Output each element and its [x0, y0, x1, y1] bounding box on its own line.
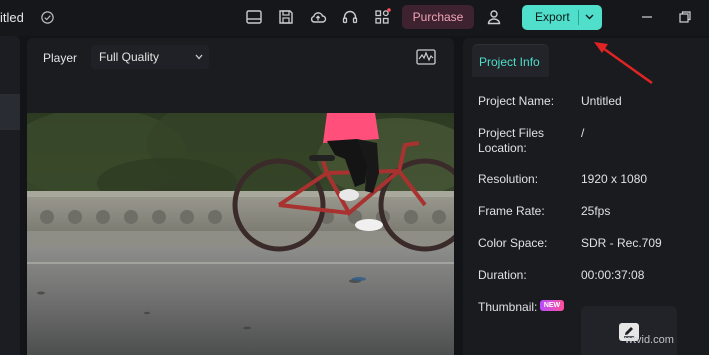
- tab-project-info[interactable]: Project Info: [472, 44, 549, 77]
- color-space-label: Color Space:: [478, 236, 548, 250]
- user-icon[interactable]: [485, 8, 503, 26]
- tab-project-info-label: Project Info: [479, 55, 540, 69]
- cloud-upload-icon[interactable]: [309, 8, 327, 26]
- title-bar: itled Purchase Export: [0, 0, 709, 36]
- duration-value: 00:00:37:08: [581, 268, 645, 282]
- window-title: itled: [0, 10, 24, 25]
- annotation-arrow-icon: [594, 42, 653, 85]
- player-label: Player: [43, 51, 78, 65]
- save-icon[interactable]: [277, 8, 295, 26]
- video-frame-image: [27, 113, 454, 355]
- quality-value: Full Quality: [99, 50, 160, 64]
- project-info-panel: Project Info Project Name: Untitled Proj…: [463, 38, 709, 355]
- restore-icon[interactable]: [678, 10, 692, 24]
- color-space-value: SDR - Rec.709: [581, 236, 662, 250]
- layout-icon[interactable]: [245, 8, 263, 26]
- chevron-down-icon: [195, 54, 203, 60]
- player-header: Player Full Quality: [27, 38, 454, 76]
- check-circle-icon[interactable]: [40, 10, 55, 25]
- project-files-location-label: Project Files Location:: [478, 126, 545, 155]
- duration-label: Duration:: [478, 268, 527, 282]
- export-button[interactable]: Export: [522, 5, 602, 30]
- video-preview[interactable]: [27, 113, 454, 355]
- left-panel-selected-item[interactable]: [0, 94, 20, 130]
- frame-rate-value: 25fps: [581, 204, 611, 218]
- new-badge: NEW: [540, 300, 564, 311]
- purchase-button[interactable]: Purchase: [402, 5, 474, 29]
- project-name-label: Project Name:: [478, 94, 555, 108]
- watermark: wtvid.com: [625, 334, 674, 346]
- left-panel: [0, 36, 20, 355]
- quality-dropdown[interactable]: Full Quality: [91, 45, 209, 69]
- grid-apps-icon[interactable]: [373, 8, 391, 26]
- project-files-location-value: /: [581, 126, 585, 140]
- export-divider: [578, 10, 579, 25]
- export-label: Export: [535, 10, 570, 24]
- minimize-icon[interactable]: [640, 10, 654, 24]
- resolution-label: Resolution:: [478, 172, 539, 186]
- headset-icon[interactable]: [341, 8, 359, 26]
- frame-rate-label: Frame Rate:: [478, 204, 545, 218]
- waveform-scope-icon[interactable]: [416, 49, 436, 65]
- resolution-value: 1920 x 1080: [581, 172, 648, 186]
- project-name-value: Untitled: [581, 94, 622, 108]
- chevron-down-icon[interactable]: [585, 14, 594, 20]
- player-panel: Player Full Quality: [27, 38, 454, 355]
- thumbnail-box[interactable]: [581, 306, 677, 355]
